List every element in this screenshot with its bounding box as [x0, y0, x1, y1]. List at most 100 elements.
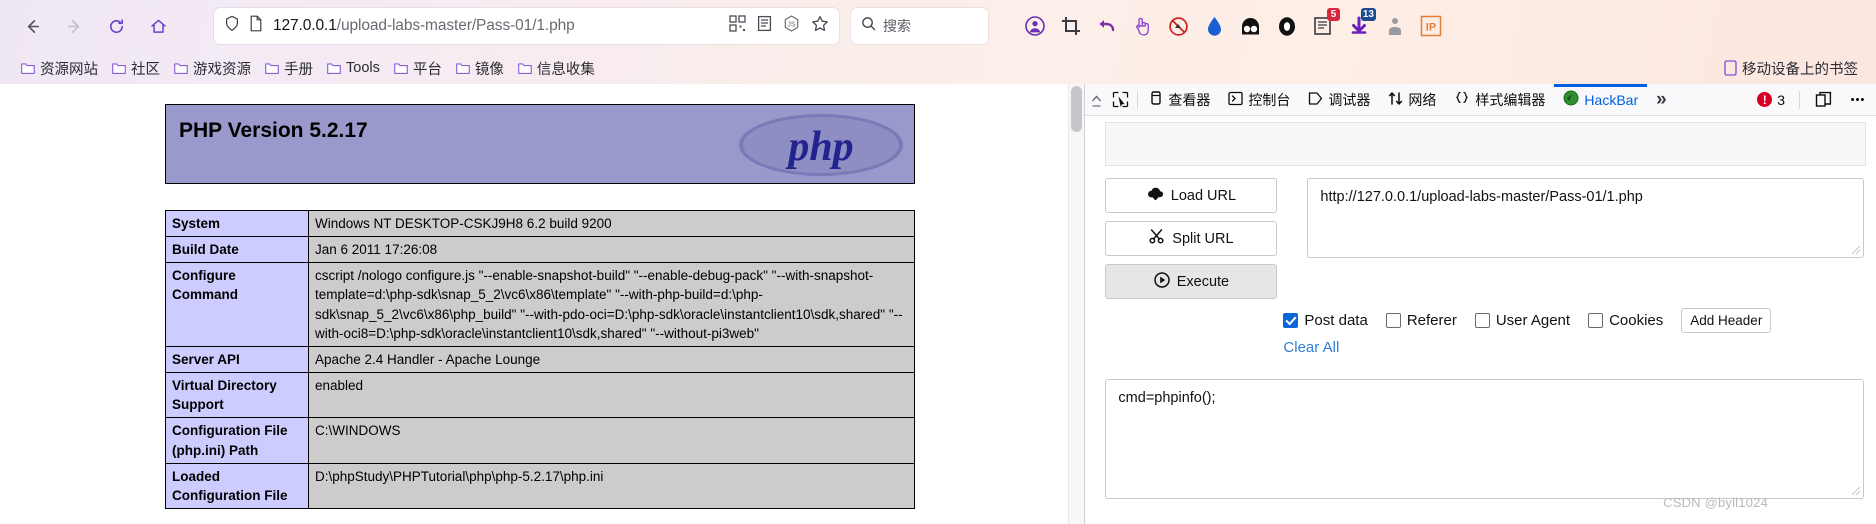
- table-cell-value: C:\WINDOWS: [308, 417, 915, 464]
- clear-all-link[interactable]: Clear All: [1283, 339, 1339, 356]
- table-cell-key: Server API: [165, 345, 309, 374]
- devtools-toolbar: 查看器 控制台 调试器 网络 样式编辑器 HackBar » ! 3: [1085, 84, 1876, 116]
- javascript-toggle-icon[interactable]: JS: [783, 15, 800, 37]
- bookmark-label: 手册: [284, 61, 313, 78]
- option-referer[interactable]: Referer: [1385, 312, 1457, 329]
- console-icon: [1228, 91, 1244, 109]
- table-cell-value: Windows NT DESKTOP-CSKJ9H8 6.2 build 920…: [308, 209, 915, 238]
- ring-icon[interactable]: [1270, 10, 1303, 43]
- undo-arrow-icon[interactable]: [1090, 10, 1123, 43]
- devtools-splitter-icon[interactable]: [1087, 93, 1105, 107]
- address-bar[interactable]: 127.0.0.1/upload-labs-master/Pass-01/1.p…: [214, 8, 839, 44]
- table-cell-value: Jan 6 2011 17:26:08: [308, 236, 915, 264]
- network-icon: [1388, 91, 1403, 109]
- scrollbar-thumb[interactable]: [1071, 86, 1083, 132]
- bookmark-item[interactable]: 镜像: [449, 55, 511, 82]
- bookmark-item[interactable]: 手册: [258, 55, 320, 82]
- referer-checkbox[interactable]: [1385, 313, 1401, 328]
- page-info-icon[interactable]: [249, 15, 263, 37]
- tabs-overflow-button[interactable]: »: [1647, 84, 1676, 116]
- style-editor-icon: [1454, 91, 1470, 109]
- resize-grip-icon[interactable]: [1849, 484, 1861, 496]
- cookies-checkbox[interactable]: [1588, 313, 1604, 328]
- page-scrollbar[interactable]: [1068, 84, 1085, 524]
- load-url-label: Load URL: [1170, 187, 1237, 204]
- download-arrow-icon[interactable]: 13: [1342, 7, 1376, 43]
- dark-reader-icon[interactable]: [1234, 10, 1267, 43]
- tab-label: 网络: [1408, 91, 1437, 108]
- water-drop-icon[interactable]: [1198, 10, 1231, 43]
- bookmark-item[interactable]: Tools: [320, 57, 387, 79]
- option-cookies[interactable]: Cookies: [1588, 312, 1663, 329]
- forward-arrow-icon[interactable]: [56, 8, 92, 44]
- table-cell-key: System: [165, 209, 309, 238]
- hackbar-panel: Load URL Split URL Execute http://127.0.…: [1085, 116, 1876, 524]
- post-data-checkbox[interactable]: [1283, 313, 1299, 328]
- more-options-icon[interactable]: [1842, 85, 1872, 115]
- shield-icon[interactable]: [224, 15, 240, 37]
- qrcode-icon[interactable]: [729, 15, 746, 37]
- debugger-icon: [1308, 91, 1323, 109]
- address-path: /upload-labs-master/Pass-01/1.php: [336, 17, 575, 34]
- tab-hackbar[interactable]: HackBar: [1554, 84, 1647, 116]
- tab-label: 调试器: [1328, 91, 1371, 108]
- tab-network[interactable]: 网络: [1379, 84, 1445, 116]
- table-cell-key: Virtual Directory Support: [165, 372, 309, 419]
- resize-grip-icon[interactable]: [1849, 243, 1861, 255]
- bookmark-star-icon[interactable]: [811, 15, 829, 38]
- mobile-bookmarks-label: 移动设备上的书签: [1742, 61, 1858, 78]
- execute-button[interactable]: Execute: [1105, 264, 1278, 299]
- chevron-double-right-icon: »: [1656, 88, 1667, 110]
- load-url-button[interactable]: Load URL: [1105, 178, 1278, 213]
- split-url-button[interactable]: Split URL: [1105, 221, 1278, 256]
- content-area: PHP Version 5.2.17 php System Windows NT…: [0, 84, 1876, 524]
- devtools-toolbar-right: ! 3: [1751, 85, 1876, 115]
- option-label: Post data: [1304, 312, 1368, 329]
- cloud-download-icon: [1147, 186, 1164, 205]
- mobile-bookmarks-item[interactable]: 移动设备上的书签: [1724, 58, 1862, 79]
- reader-view-icon[interactable]: [757, 15, 772, 37]
- error-count[interactable]: ! 3: [1751, 92, 1791, 108]
- address-bar-icons: [224, 15, 263, 37]
- option-user-agent[interactable]: User Agent: [1474, 312, 1570, 329]
- bookmark-item[interactable]: 社区: [105, 55, 167, 82]
- extension-toolbar: 5 13 IP: [1018, 7, 1447, 43]
- tab-debugger[interactable]: 调试器: [1299, 84, 1379, 116]
- element-picker-icon[interactable]: [1105, 85, 1135, 115]
- notes-extension-icon[interactable]: 5: [1306, 7, 1340, 43]
- bookmark-label: 社区: [131, 61, 160, 78]
- search-box[interactable]: 搜索: [851, 8, 988, 44]
- post-data-textarea[interactable]: cmd=phpinfo();: [1105, 379, 1864, 499]
- bookmark-item[interactable]: 游戏资源: [167, 55, 258, 82]
- tab-console[interactable]: 控制台: [1219, 84, 1299, 116]
- ip-extension-icon[interactable]: IP: [1414, 10, 1447, 43]
- bookmark-item[interactable]: 平台: [387, 55, 449, 82]
- reload-icon[interactable]: [98, 8, 134, 44]
- url-textarea[interactable]: http://127.0.0.1/upload-labs-master/Pass…: [1307, 178, 1864, 258]
- user-agent-checkbox[interactable]: [1474, 313, 1490, 328]
- bookmark-item[interactable]: 资源网站: [14, 55, 105, 82]
- folder-icon: [265, 62, 279, 74]
- folder-icon: [112, 62, 126, 74]
- home-icon[interactable]: [140, 8, 176, 44]
- dock-panel-icon[interactable]: [1808, 85, 1838, 115]
- proxy-switch-icon[interactable]: [1378, 10, 1411, 43]
- block-script-icon[interactable]: [1162, 10, 1195, 43]
- table-cell-value: enabled: [308, 372, 915, 419]
- tab-style-editor[interactable]: 样式编辑器: [1445, 84, 1554, 116]
- bookmark-label: 镜像: [474, 61, 504, 78]
- tab-inspector[interactable]: 查看器: [1140, 84, 1219, 116]
- bookmarks-bar: 资源网站 社区 游戏资源 手册 Tools 平台 镜像 信息收集 移动设备上的书…: [0, 52, 1876, 84]
- user-account-icon[interactable]: [1018, 10, 1051, 43]
- bookmark-item[interactable]: 信息收集: [511, 55, 602, 82]
- table-cell-key: Configure Command: [165, 262, 309, 347]
- back-arrow-icon[interactable]: [14, 8, 50, 44]
- add-header-button[interactable]: Add Header: [1681, 308, 1772, 333]
- option-label: Cookies: [1609, 312, 1664, 329]
- toolbar-divider: [1137, 90, 1139, 109]
- pointer-hand-icon[interactable]: [1126, 10, 1159, 43]
- table-row: Configure Command cscript /nologo config…: [165, 262, 915, 347]
- page-viewport: PHP Version 5.2.17 php System Windows NT…: [0, 84, 1085, 524]
- crop-screenshot-icon[interactable]: [1054, 10, 1087, 43]
- option-post-data[interactable]: Post data: [1283, 312, 1368, 329]
